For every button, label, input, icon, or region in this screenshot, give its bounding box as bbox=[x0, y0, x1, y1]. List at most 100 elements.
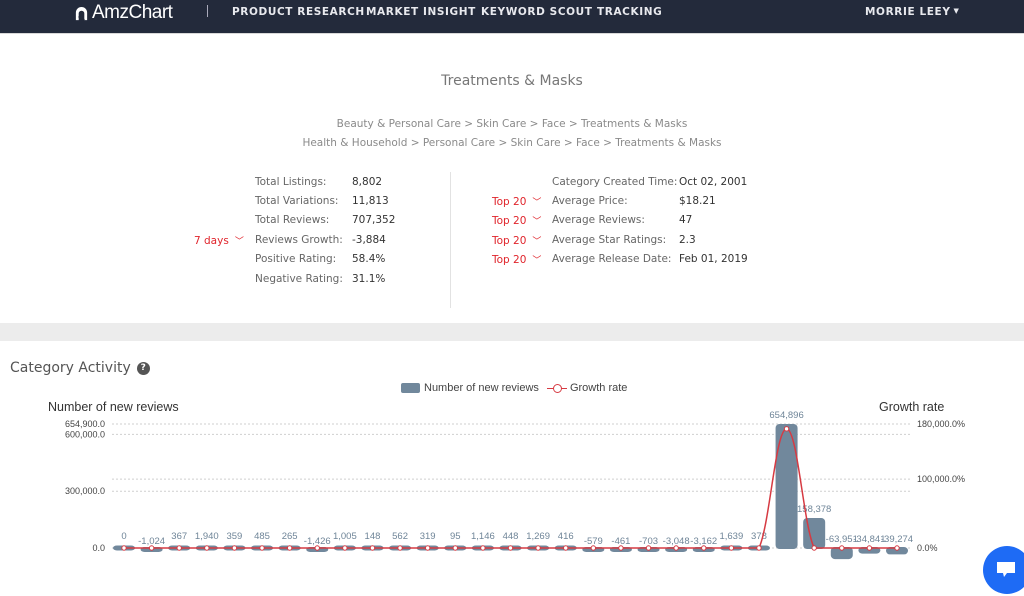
bar-data-label: 448 bbox=[503, 531, 519, 542]
user-name: MORRIE LEEY bbox=[865, 6, 951, 18]
nav-divider bbox=[207, 5, 208, 17]
chart-legend: Number of new reviews Growth rate bbox=[401, 381, 627, 395]
nav-tracking[interactable]: TRACKING bbox=[597, 6, 662, 18]
chevron-down-icon: ﹀ bbox=[532, 217, 542, 227]
nav-keyword-scout[interactable]: KEYWORD SCOUT bbox=[481, 6, 593, 18]
growth-rate-point bbox=[424, 545, 431, 551]
chevron-down-icon: ﹀ bbox=[532, 198, 542, 208]
chat-bubble-icon bbox=[997, 562, 1015, 577]
chevron-down-icon: ﹀ bbox=[532, 237, 542, 247]
question-circle-icon[interactable]: ? bbox=[136, 361, 150, 375]
stat-negative-rating: Negative Rating: 31.1% bbox=[0, 273, 450, 287]
bar-data-label: 1,940 bbox=[195, 531, 219, 542]
growth-rate-point bbox=[231, 545, 238, 551]
bar-data-label: 359 bbox=[226, 531, 242, 542]
growth-rate-point bbox=[728, 545, 735, 551]
section-divider-band bbox=[0, 323, 1024, 341]
bar-data-label: 416 bbox=[558, 531, 574, 542]
growth-rate-point bbox=[259, 545, 265, 551]
stat-value: Oct 02, 2001 bbox=[679, 176, 748, 188]
user-menu[interactable]: MORRIE LEEY ▼ bbox=[865, 6, 960, 18]
caret-down-icon: ▼ bbox=[953, 7, 960, 15]
top-dropdown[interactable]: Top 20 ﹀ bbox=[492, 234, 541, 247]
stat-label: Average Price: bbox=[552, 195, 628, 207]
bar-data-label: 158,378 bbox=[797, 504, 831, 515]
bar-swatch-icon bbox=[401, 383, 420, 393]
growth-rate-point bbox=[756, 545, 762, 551]
growth-rate-point bbox=[121, 545, 127, 551]
bar-data-label: 1,146 bbox=[471, 531, 495, 542]
y-tick-label: 0.0 bbox=[92, 543, 105, 553]
growth-rate-point bbox=[839, 545, 845, 551]
chat-button[interactable] bbox=[983, 546, 1024, 594]
growth-rate-point bbox=[397, 545, 403, 551]
growth-rate-point bbox=[535, 545, 541, 551]
top-dropdown-value: Top 20 bbox=[492, 254, 527, 266]
section-title: Category Activity ? bbox=[10, 360, 150, 376]
growth-rate-point bbox=[590, 545, 597, 551]
growth-rate-point bbox=[507, 545, 514, 551]
breadcrumb-1: Beauty & Personal Care > Skin Care > Fac… bbox=[0, 118, 1024, 130]
growth-rate-point bbox=[563, 545, 569, 551]
y-tick-label: 300,000.0 bbox=[65, 486, 105, 496]
stat-average-reviews: Top 20 ﹀ Average Reviews: 47 bbox=[0, 214, 1024, 228]
growth-rate-point bbox=[866, 545, 873, 551]
y-tick-label: 654,900.0 bbox=[65, 419, 105, 429]
stat-label: Average Star Ratings: bbox=[552, 234, 667, 246]
bar-data-label: 562 bbox=[392, 531, 408, 542]
section-title-text: Category Activity bbox=[10, 360, 131, 376]
growth-rate-point bbox=[811, 545, 817, 551]
breadcrumb-path[interactable]: Beauty & Personal Care > Skin Care > Fac… bbox=[337, 118, 688, 130]
bar-data-label: 1,269 bbox=[526, 531, 550, 542]
growth-rate-point bbox=[701, 545, 707, 551]
growth-rate-point bbox=[645, 545, 652, 551]
bar-data-label: 367 bbox=[171, 531, 187, 542]
y-tick-label: 600,000.0 bbox=[65, 429, 105, 439]
top-dropdown[interactable]: Top 20 ﹀ bbox=[492, 253, 541, 266]
stat-average-price: Top 20 ﹀ Average Price: $18.21 bbox=[0, 195, 1024, 209]
legend-label: Number of new reviews bbox=[424, 382, 539, 394]
stat-value: 47 bbox=[679, 214, 693, 226]
growth-rate-point bbox=[369, 545, 376, 551]
legend-label: Growth rate bbox=[569, 382, 628, 394]
stat-label: Negative Rating: bbox=[255, 273, 343, 285]
bar-data-label: 265 bbox=[282, 531, 298, 542]
top-navbar: AmzChart PRODUCT RESEARCH MARKET INSIGHT… bbox=[0, 0, 1024, 34]
breadcrumb-path[interactable]: Health & Household > Personal Care > Ski… bbox=[302, 137, 721, 149]
category-activity-chart: 654,900.0600,000.0 300,000.0 0.0 180,000.0%… bbox=[65, 410, 965, 560]
growth-rate-point bbox=[618, 545, 624, 551]
y2-tick-label: 100,000.0% bbox=[917, 474, 965, 484]
growth-rate-point bbox=[673, 545, 679, 551]
stat-label: Category Created Time: bbox=[552, 176, 678, 188]
y2-tick-label: 180,000.0% bbox=[917, 419, 965, 429]
growth-rate-point bbox=[480, 545, 486, 551]
bar-data-label: 378 bbox=[751, 531, 767, 542]
breadcrumb-2: Health & Household > Personal Care > Ski… bbox=[0, 137, 1024, 149]
stat-average-release-date: Top 20 ﹀ Average Release Date: Feb 01, 20… bbox=[0, 253, 1024, 267]
top-dropdown-value: Top 20 bbox=[492, 196, 527, 208]
top-dropdown-value: Top 20 bbox=[492, 235, 527, 247]
growth-rate-point bbox=[894, 545, 900, 551]
growth-rate-point bbox=[286, 545, 293, 551]
brand-name: AmzChart bbox=[92, 2, 173, 23]
brand-logo[interactable]: AmzChart bbox=[74, 2, 173, 23]
bar-data-label: 654,896 bbox=[769, 410, 803, 421]
nav-product-research[interactable]: PRODUCT RESEARCH bbox=[232, 6, 365, 18]
top-dropdown[interactable]: Top 20 ﹀ bbox=[492, 214, 541, 227]
bar-data-label: 319 bbox=[420, 531, 436, 542]
top-dropdown[interactable]: Top 20 ﹀ bbox=[492, 195, 541, 208]
legend-item-growth-rate[interactable]: Growth rate bbox=[539, 382, 627, 394]
top-dropdown-value: Top 20 bbox=[492, 215, 527, 227]
y2-tick-label: 0.0% bbox=[917, 543, 938, 553]
stat-label: Average Reviews: bbox=[552, 214, 645, 226]
growth-rate-point bbox=[176, 545, 182, 551]
growth-rate-point bbox=[314, 545, 320, 551]
stat-label: Average Release Date: bbox=[552, 253, 672, 265]
nav-market-insight[interactable]: MARKET INSIGHT bbox=[366, 6, 476, 18]
bar-data-label: 95 bbox=[450, 531, 461, 542]
growth-rate-point bbox=[148, 545, 155, 551]
growth-rate-point bbox=[204, 545, 210, 551]
legend-item-new-reviews[interactable]: Number of new reviews bbox=[401, 382, 539, 394]
growth-rate-point bbox=[452, 545, 458, 551]
bar-data-label: 1,005 bbox=[333, 531, 357, 542]
